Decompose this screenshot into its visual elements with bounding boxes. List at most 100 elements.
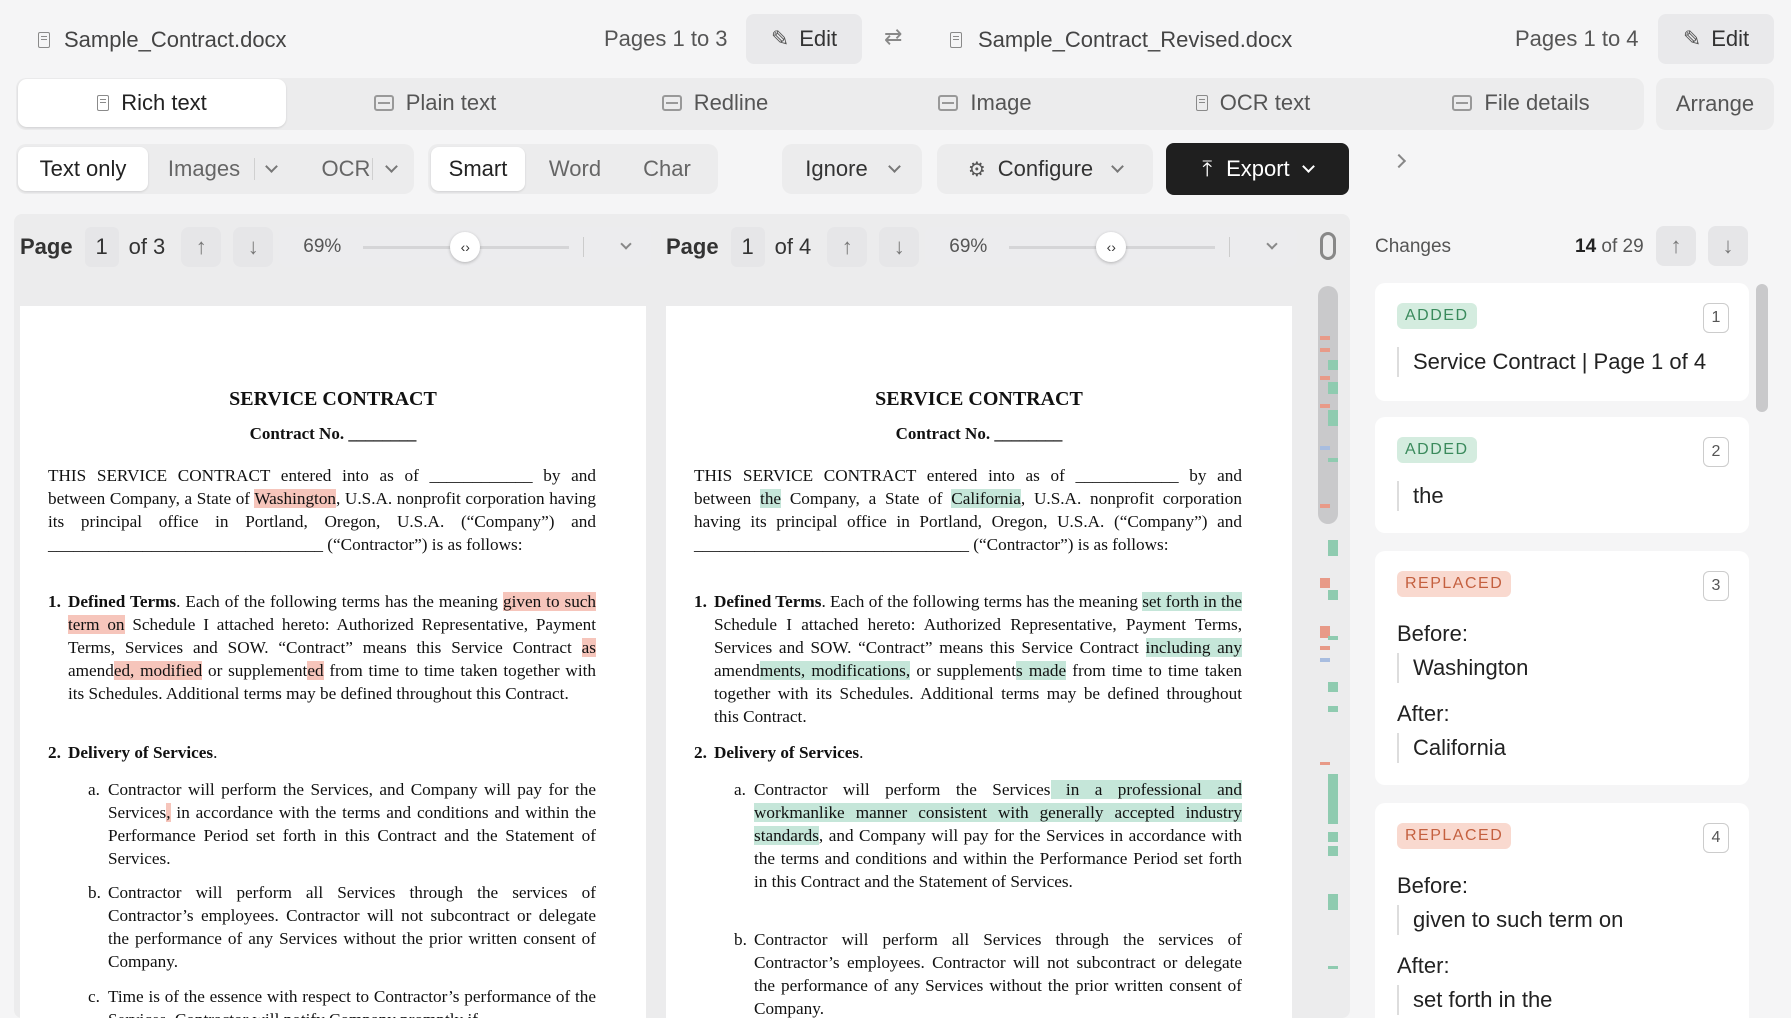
change-card[interactable]: REPLACED 3 Before: Washington After: Cal… — [1375, 551, 1749, 785]
chevron-down-icon — [1301, 160, 1315, 173]
right-zoom-dropdown[interactable] — [1266, 238, 1278, 250]
before-text: Washington — [1397, 653, 1528, 683]
changes-scrollbar[interactable] — [1756, 284, 1768, 412]
change-minimap[interactable] — [1316, 286, 1340, 1018]
section-2-heading: 2. Delivery of Services. — [48, 743, 218, 762]
sliders-icon: ⚙ — [967, 158, 986, 181]
diff-granularity-group: Smart Word Char — [428, 144, 718, 194]
prev-change-button[interactable]: ↑ — [1656, 226, 1696, 266]
after-label: After: — [1397, 701, 1450, 726]
char-toggle[interactable]: Char — [620, 144, 714, 194]
chevron-down-icon — [264, 160, 278, 173]
word-toggle[interactable]: Word — [528, 144, 622, 194]
change-type-badge: REPLACED — [1397, 823, 1512, 849]
right-edit-button[interactable]: ✎ Edit — [1658, 14, 1774, 64]
right-file-header: Sample_Contract_Revised.docx — [950, 24, 1292, 56]
arrow-up-icon: ↑ — [841, 234, 853, 259]
images-dropdown[interactable] — [256, 144, 286, 194]
arrow-up-icon: ↑ — [1670, 233, 1682, 258]
clause-b: b. Contractor will perform all Services t… — [734, 930, 1242, 1018]
tab-rich-text[interactable]: Rich text — [18, 79, 286, 127]
right-zoom-slider-handle[interactable]: ‹› — [1096, 232, 1127, 262]
arrange-button[interactable]: Arrange — [1656, 78, 1774, 130]
change-card[interactable]: ADDED 1 Service Contract | Page 1 of 4 — [1375, 283, 1749, 401]
left-file-name: Sample_Contract.docx — [64, 27, 287, 52]
right-page-input[interactable]: 1 — [730, 227, 765, 267]
change-card[interactable]: REPLACED 4 Before: given to such term on… — [1375, 803, 1749, 1018]
columns-icon — [373, 95, 394, 111]
document-icon — [97, 95, 110, 111]
change-type-badge: ADDED — [1397, 437, 1477, 463]
smart-toggle[interactable]: Smart — [431, 147, 525, 191]
left-page-range: Pages 1 to 3 — [604, 26, 728, 51]
change-text: Service Contract | Page 1 of 4 — [1397, 347, 1706, 377]
ocr-dropdown[interactable] — [376, 144, 406, 194]
right-page-range: Pages 1 to 4 — [1515, 26, 1639, 51]
document-icon — [38, 32, 50, 48]
right-page-nav: Page 1 of 4 ↑ ↓ 69% ‹› — [666, 226, 1298, 268]
left-zoom-slider-handle[interactable]: ‹› — [450, 232, 481, 262]
intro-paragraph: THIS SERVICE CONTRACT entered into as of… — [48, 466, 596, 554]
export-button[interactable]: ⤒ Export — [1166, 143, 1349, 195]
section-2-heading: 2. Delivery of Services. — [694, 743, 864, 762]
change-number: 1 — [1703, 303, 1729, 333]
arrow-up-icon: ↑ — [195, 234, 207, 259]
before-label: Before: — [1397, 621, 1468, 646]
left-prev-page-button[interactable]: ↑ — [181, 227, 222, 267]
change-number: 2 — [1703, 437, 1729, 467]
next-change-button[interactable]: ↓ — [1708, 226, 1748, 266]
chevron-down-icon — [887, 160, 901, 173]
after-text: California — [1397, 733, 1506, 763]
change-type-badge: ADDED — [1397, 303, 1477, 329]
before-label: Before: — [1397, 873, 1468, 898]
arrow-down-icon: ↓ — [1722, 233, 1734, 258]
left-edit-button[interactable]: ✎ Edit — [746, 14, 862, 64]
before-text: given to such term on — [1397, 905, 1623, 935]
change-number: 3 — [1703, 571, 1729, 601]
chevron-down-icon — [384, 160, 398, 173]
left-document-page: SERVICE CONTRACT Contract No. ________ T… — [20, 306, 646, 1018]
right-next-page-button[interactable]: ↓ — [879, 227, 920, 267]
right-zoom-control: 69% ‹› — [925, 227, 1298, 267]
change-type-badge: REPLACED — [1397, 571, 1512, 597]
left-next-page-button[interactable]: ↓ — [233, 227, 274, 267]
tab-ocr-text[interactable]: OCR text — [1118, 79, 1388, 127]
tab-plain-text[interactable]: Plain text — [300, 79, 570, 127]
left-zoom-dropdown[interactable] — [620, 238, 632, 250]
tab-image[interactable]: Image — [850, 79, 1120, 127]
chevron-down-icon — [1111, 160, 1125, 173]
ocr-toggle[interactable]: OCR — [306, 144, 386, 194]
right-file-name: Sample_Contract_Revised.docx — [978, 27, 1293, 52]
ignore-dropdown[interactable]: Ignore — [782, 144, 922, 194]
contract-number: Contract No. ________ — [249, 424, 417, 443]
change-card[interactable]: ADDED 2 the — [1375, 417, 1749, 533]
arrow-down-icon: ↓ — [893, 234, 905, 259]
images-toggle[interactable]: Images — [154, 144, 254, 194]
swap-icon[interactable]: ⇄ — [884, 24, 902, 50]
upload-icon: ⤒ — [1202, 156, 1213, 181]
left-page-input[interactable]: 1 — [84, 227, 119, 267]
tab-redline[interactable]: Redline — [580, 79, 850, 127]
file-details-icon — [1452, 95, 1473, 111]
after-label: After: — [1397, 953, 1450, 978]
change-number: 4 — [1703, 823, 1729, 853]
intro-paragraph: THIS SERVICE CONTRACT entered into as of… — [694, 466, 1242, 554]
content-type-group: Text only Images OCR — [16, 144, 414, 194]
pencil-icon: ✎ — [770, 26, 790, 51]
right-prev-page-button[interactable]: ↑ — [827, 227, 868, 267]
after-text: set forth in the — [1397, 985, 1552, 1015]
left-zoom-control: 69% ‹› — [279, 227, 652, 267]
sync-scroll-icon[interactable] — [1320, 232, 1336, 260]
right-document-page: SERVICE CONTRACT Contract No. ________ T… — [666, 306, 1292, 1018]
configure-dropdown[interactable]: ⚙ Configure — [937, 144, 1153, 194]
image-icon — [938, 95, 959, 111]
changes-title: Changes — [1375, 236, 1452, 257]
left-file-header: Sample_Contract.docx — [38, 24, 287, 56]
chevron-right-icon[interactable] — [1391, 153, 1407, 169]
arrow-down-icon: ↓ — [247, 234, 259, 259]
clause-a: a. Contractor will perform the Services i… — [734, 780, 1242, 891]
document-icon — [950, 32, 962, 48]
text-only-toggle[interactable]: Text only — [18, 147, 148, 191]
redline-icon — [661, 95, 682, 111]
tab-file-details[interactable]: File details — [1386, 79, 1656, 127]
